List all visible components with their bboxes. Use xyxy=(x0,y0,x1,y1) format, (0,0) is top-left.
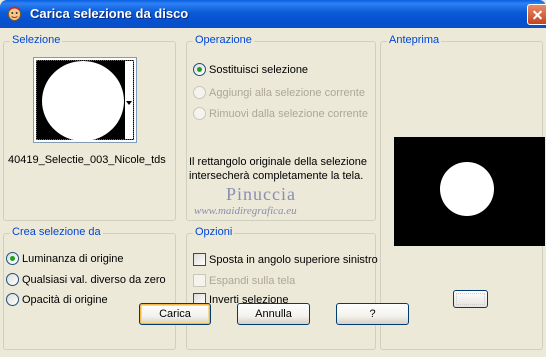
title-bar[interactable]: Carica selezione da disco xyxy=(0,0,546,28)
thumbnail-circle xyxy=(42,61,124,141)
selection-thumbnail xyxy=(36,60,134,141)
checkbox-sposta-label[interactable]: Sposta in angolo superiore sinistro xyxy=(209,254,378,266)
radio-opacita-label[interactable]: Opacità di origine xyxy=(22,294,108,306)
operation-info-text: Il rettangolo originale della selezione … xyxy=(189,156,367,182)
carica-button[interactable]: Carica xyxy=(139,303,211,325)
checkbox-espandi-label: Espandi sulla tela xyxy=(209,275,296,287)
opzioni-legend: Opzioni xyxy=(193,226,235,238)
radio-luminanza-label[interactable]: Luminanza di origine xyxy=(22,253,124,265)
checkbox-espandi xyxy=(193,274,206,287)
radio-qualsiasi-label[interactable]: Qualsiasi val. diverso da zero xyxy=(22,274,166,286)
radio-sostituisci[interactable] xyxy=(193,63,206,76)
radio-rimuovi xyxy=(193,107,206,120)
selection-filename: 40419_Selectie_003_Nicole_tds xyxy=(8,154,166,166)
close-icon[interactable] xyxy=(527,4,546,25)
selection-thumbnail-dropdown[interactable] xyxy=(33,57,137,143)
anteprima-legend: Anteprima xyxy=(387,34,442,46)
radio-rimuovi-label: Rimuovi dalla selezione corrente xyxy=(209,108,368,120)
crea-selezione-legend: Crea selezione da xyxy=(10,226,103,238)
radio-sostituisci-label[interactable]: Sostituisci selezione xyxy=(209,64,308,76)
radio-aggiungi xyxy=(193,86,206,99)
radio-luminanza[interactable] xyxy=(6,252,19,265)
annulla-button[interactable]: Annulla xyxy=(237,303,310,325)
checkbox-sposta[interactable] xyxy=(193,253,206,266)
radio-qualsiasi[interactable] xyxy=(6,273,19,286)
crea-selezione-group: Crea selezione da xyxy=(3,226,176,350)
opzioni-group: Opzioni xyxy=(186,226,376,350)
app-icon xyxy=(8,6,21,21)
radio-aggiungi-label: Aggiungi alla selezione corrente xyxy=(209,87,365,99)
help-button[interactable]: ? xyxy=(336,303,409,325)
radio-opacita[interactable] xyxy=(6,293,19,306)
preview-circle xyxy=(440,162,494,216)
operazione-legend: Operazione xyxy=(193,34,254,46)
preview-options-button[interactable] xyxy=(453,290,488,308)
watermark-name: Pinuccia xyxy=(226,184,296,204)
chevron-down-icon xyxy=(126,101,132,105)
window-title: Carica selezione da disco xyxy=(30,6,189,21)
preview-canvas xyxy=(394,137,545,246)
watermark-url: www.maidiregrafica.eu xyxy=(194,205,297,217)
selezione-legend: Selezione xyxy=(10,34,63,46)
